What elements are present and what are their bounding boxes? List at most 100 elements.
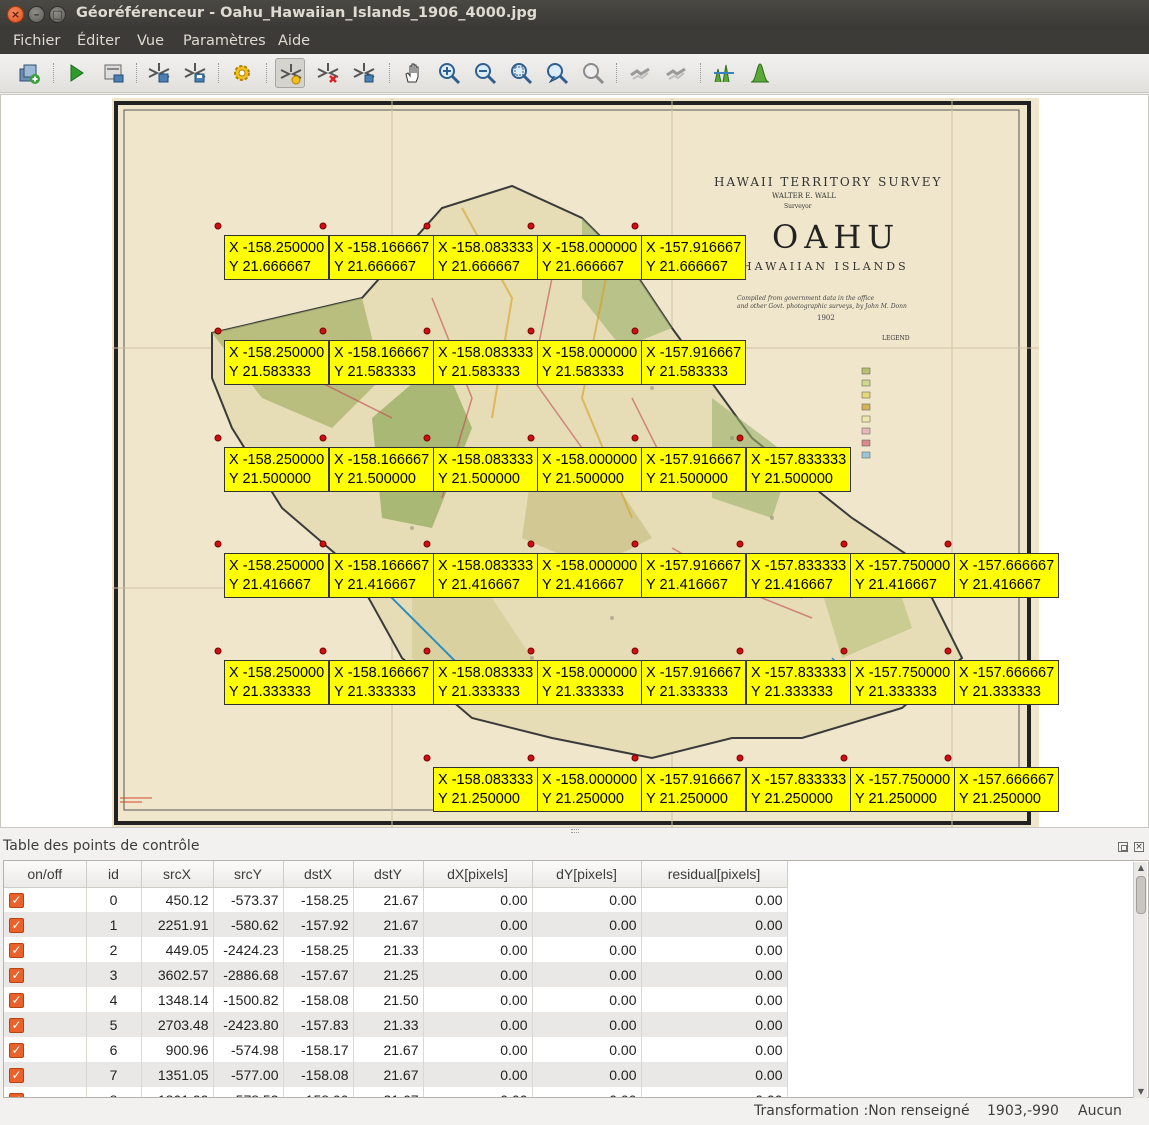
gcp-label[interactable]: X -157.666667 Y 21.250000 [954, 767, 1059, 812]
gcp-label[interactable]: X -157.916667 Y 21.333333 [641, 660, 746, 705]
gcp-label[interactable]: X -158.250000 Y 21.500000 [224, 447, 329, 492]
link-qgis-to-georeferencer-button[interactable] [661, 58, 691, 88]
zoom-in-button[interactable] [434, 58, 464, 88]
gcp-point[interactable] [631, 327, 639, 335]
gcp-point[interactable] [840, 647, 848, 655]
splitter-handle[interactable] [571, 829, 579, 833]
gcp-label[interactable]: X -158.250000 Y 21.666667 [224, 235, 329, 280]
start-georeferencing-button[interactable] [61, 58, 91, 88]
gcp-label[interactable]: X -158.166667 Y 21.500000 [329, 447, 434, 492]
gcp-label[interactable]: X -157.916667 Y 21.416667 [641, 553, 746, 598]
gcp-point[interactable] [423, 647, 431, 655]
gcp-point[interactable] [319, 327, 327, 335]
gcp-label[interactable]: X -157.750000 Y 21.250000 [850, 767, 955, 812]
column-header-srcx[interactable]: srcX [141, 861, 214, 888]
zoom-out-button[interactable] [470, 58, 500, 88]
gcp-label[interactable]: X -158.166667 Y 21.333333 [329, 660, 434, 705]
gcp-point[interactable] [423, 327, 431, 335]
enabled-checkbox[interactable]: ✓ [9, 1092, 24, 1097]
column-header-dy[interactable]: dY[pixels] [532, 861, 642, 888]
gcp-label[interactable]: X -158.250000 Y 21.333333 [224, 660, 329, 705]
zoom-next-button[interactable] [578, 58, 608, 88]
gcp-label[interactable]: X -157.750000 Y 21.416667 [850, 553, 955, 598]
gcp-label[interactable]: X -158.166667 Y 21.666667 [329, 235, 434, 280]
gcp-label[interactable]: X -158.083333 Y 21.666667 [433, 235, 538, 280]
enabled-checkbox[interactable]: ✓ [9, 1067, 24, 1083]
gcp-label[interactable]: X -158.000000 Y 21.666667 [537, 235, 642, 280]
gcp-table[interactable]: on/off id srcX srcY dstX dstY dX[pixels]… [3, 860, 1149, 1098]
gcp-point[interactable] [631, 540, 639, 548]
gcp-point[interactable] [214, 540, 222, 548]
table-row[interactable]: ✓ 0 450.12 -573.37 -158.25 21.67 0.00 0.00 0.00 [4, 887, 788, 912]
link-georeferencer-to-qgis-button[interactable] [625, 58, 655, 88]
gcp-point[interactable] [423, 222, 431, 230]
scrollbar-thumb[interactable] [1136, 876, 1146, 914]
gcp-point[interactable] [214, 327, 222, 335]
gcp-label[interactable]: X -158.250000 Y 21.416667 [224, 553, 329, 598]
gcp-label[interactable]: X -158.000000 Y 21.250000 [537, 767, 642, 812]
gcp-point[interactable] [527, 434, 535, 442]
gcp-label[interactable]: X -158.083333 Y 21.416667 [433, 553, 538, 598]
enabled-checkbox[interactable]: ✓ [9, 917, 24, 933]
gcp-point[interactable] [527, 540, 535, 548]
gcp-label[interactable]: X -157.833333 Y 21.250000 [746, 767, 851, 812]
gcp-point[interactable] [944, 754, 952, 762]
gcp-label[interactable]: X -157.833333 Y 21.333333 [746, 660, 851, 705]
map-canvas[interactable]: HAWAII TERRITORY SURVEY WALTER E. WALL S… [0, 94, 1149, 828]
scroll-down-icon[interactable]: ▼ [1134, 1086, 1148, 1098]
gcp-point[interactable] [944, 540, 952, 548]
open-raster-button[interactable] [14, 58, 44, 88]
gcp-point[interactable] [736, 434, 744, 442]
column-header-id[interactable]: id [86, 861, 142, 888]
save-gcp-points-button[interactable] [180, 58, 210, 88]
gcp-point[interactable] [214, 647, 222, 655]
gcp-label[interactable]: X -157.916667 Y 21.583333 [641, 340, 746, 385]
panel-float-button[interactable] [1118, 842, 1128, 852]
gcp-point[interactable] [527, 754, 535, 762]
menu-fichier[interactable]: Fichier [13, 33, 60, 49]
panel-close-button[interactable]: × [1134, 842, 1144, 852]
zoom-to-layer-button[interactable] [506, 58, 536, 88]
gcp-label[interactable]: X -158.083333 Y 21.583333 [433, 340, 538, 385]
gcp-label[interactable]: X -157.750000 Y 21.333333 [850, 660, 955, 705]
gcp-label[interactable]: X -158.083333 Y 21.333333 [433, 660, 538, 705]
enabled-checkbox[interactable]: ✓ [9, 893, 24, 909]
gcp-label[interactable]: X -158.000000 Y 21.583333 [537, 340, 642, 385]
table-row[interactable]: ✓81801.99-578.53-158.0021.670.000.000.00 [4, 1087, 788, 1097]
delete-point-button[interactable] [313, 58, 343, 88]
gcp-label[interactable]: X -158.083333 Y 21.500000 [433, 447, 538, 492]
transformation-settings-button[interactable] [227, 58, 257, 88]
gcp-point[interactable] [214, 222, 222, 230]
local-histogram-stretch-button[interactable] [745, 58, 775, 88]
gcp-label[interactable]: X -158.166667 Y 21.416667 [329, 553, 434, 598]
menu-vue[interactable]: Vue [137, 33, 164, 49]
gcp-label[interactable]: X -157.916667 Y 21.250000 [641, 767, 746, 812]
enabled-checkbox[interactable]: ✓ [9, 1042, 24, 1058]
table-row[interactable]: ✓ 7 1351.05 -577.00 -158.08 21.67 0.00 0.00 0.00 [4, 1062, 788, 1087]
column-header-residual[interactable]: residual[pixels] [641, 861, 788, 888]
gcp-point[interactable] [944, 647, 952, 655]
gcp-point[interactable] [319, 434, 327, 442]
enabled-checkbox[interactable]: ✓ [9, 992, 24, 1008]
menu-parametres[interactable]: Paramètres [183, 33, 266, 49]
gcp-label[interactable]: X -158.000000 Y 21.416667 [537, 553, 642, 598]
gcp-label[interactable]: X -158.166667 Y 21.583333 [329, 340, 434, 385]
gcp-point[interactable] [631, 222, 639, 230]
gcp-label[interactable]: X -158.000000 Y 21.500000 [537, 447, 642, 492]
table-row[interactable]: ✓ 4 1348.14 -1500.82 -158.08 21.50 0.00 0.00 0.0… [4, 987, 788, 1012]
table-row[interactable]: ✓ 6 900.96 -574.98 -158.17 21.67 0.00 0.00 0.00 [4, 1037, 788, 1062]
gcp-point[interactable] [319, 222, 327, 230]
pan-button[interactable] [398, 58, 428, 88]
gcp-label[interactable]: X -157.833333 Y 21.500000 [746, 447, 851, 492]
gcp-point[interactable] [840, 540, 848, 548]
gcp-point[interactable] [736, 540, 744, 548]
enabled-checkbox[interactable]: ✓ [9, 1017, 24, 1033]
move-gcp-point-button[interactable] [349, 58, 379, 88]
menu-aide[interactable]: Aide [278, 33, 310, 49]
gcp-point[interactable] [840, 754, 848, 762]
gcp-point[interactable] [527, 327, 535, 335]
table-scrollbar[interactable]: ▲ ▼ [1133, 862, 1147, 1098]
enabled-checkbox[interactable]: ✓ [9, 942, 24, 958]
window-maximize-button[interactable]: □ [49, 6, 66, 23]
gcp-point[interactable] [214, 434, 222, 442]
